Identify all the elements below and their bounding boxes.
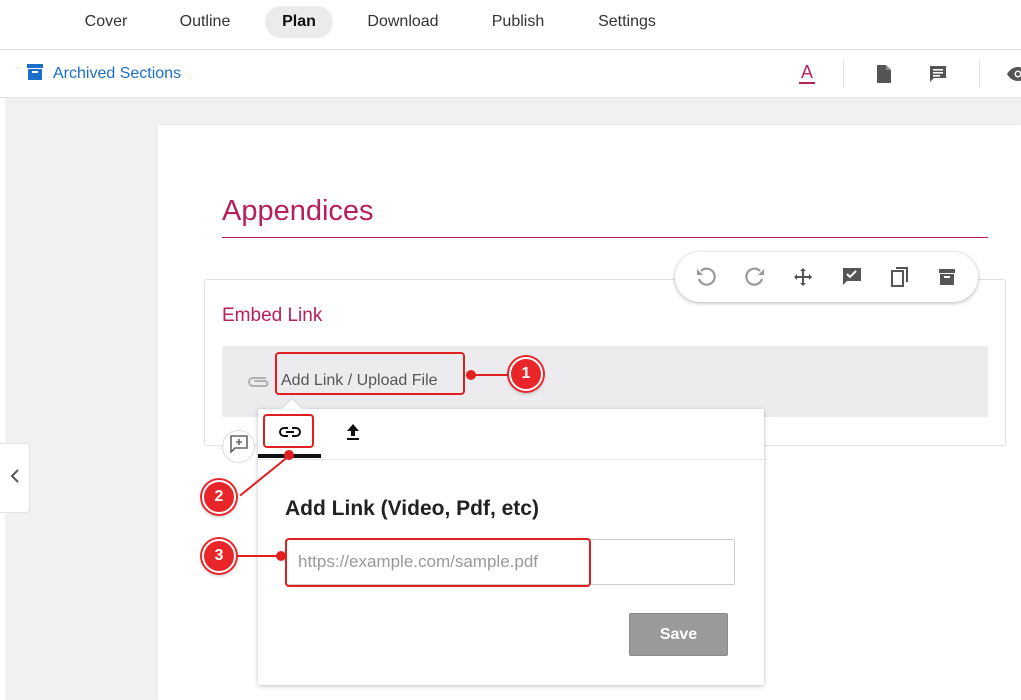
- section-heading[interactable]: Appendices: [222, 195, 374, 228]
- annotation-line-1: [471, 374, 509, 376]
- annotation-badge-3: 3: [202, 539, 236, 573]
- annotation-line-3: [236, 555, 278, 557]
- annotation-badge-1: 1: [509, 357, 543, 391]
- tab-cover[interactable]: Cover: [72, 6, 140, 38]
- archived-sections-button[interactable]: Archived Sections: [26, 62, 181, 86]
- upload-icon: [345, 423, 361, 446]
- chevron-left-icon: [10, 468, 20, 488]
- collapse-sidebar-button[interactable]: [0, 443, 30, 513]
- tab-plan[interactable]: Plan: [265, 6, 333, 38]
- approve-comment-icon[interactable]: [840, 265, 864, 289]
- annotation-highlight-1: [275, 352, 465, 395]
- move-icon[interactable]: [791, 265, 815, 289]
- annotation-badge-2: 2: [202, 480, 236, 514]
- section-toolbar: Archived Sections A: [0, 50, 1021, 98]
- add-comment-button[interactable]: [222, 430, 255, 463]
- undo-icon[interactable]: [694, 265, 718, 289]
- tab-settings[interactable]: Settings: [586, 6, 668, 38]
- toolbar-divider: [979, 60, 980, 88]
- comment-icon[interactable]: [926, 62, 950, 86]
- svg-text:A: A: [801, 62, 813, 82]
- tab-download[interactable]: Download: [355, 6, 451, 38]
- tab-publish[interactable]: Publish: [480, 6, 556, 38]
- floating-toolbar: [675, 252, 978, 302]
- left-rail: [0, 98, 5, 700]
- redo-icon[interactable]: [743, 265, 767, 289]
- annotation-highlight-2: [263, 414, 314, 448]
- eye-icon[interactable]: [1006, 62, 1021, 86]
- copy-icon[interactable]: [888, 265, 912, 289]
- popover-title: Add Link (Video, Pdf, etc): [285, 497, 539, 520]
- document-icon[interactable]: [872, 62, 896, 86]
- annotation-highlight-3: [285, 538, 591, 587]
- text-color-icon[interactable]: A: [795, 62, 819, 86]
- add-comment-icon: [229, 435, 248, 458]
- paperclip-icon: [246, 373, 270, 394]
- popover-divider: [258, 459, 764, 460]
- top-navigation: Cover Outline Plan Download Publish Sett…: [0, 0, 1021, 50]
- archive-icon[interactable]: [935, 265, 959, 289]
- archived-sections-label: Archived Sections: [53, 65, 182, 82]
- archive-icon: [26, 63, 44, 86]
- upload-tab[interactable]: [321, 412, 384, 456]
- card-title: Embed Link: [222, 305, 323, 326]
- tab-outline[interactable]: Outline: [165, 6, 245, 38]
- save-button[interactable]: Save: [629, 613, 728, 656]
- toolbar-divider: [843, 60, 844, 88]
- heading-underline: [222, 237, 988, 238]
